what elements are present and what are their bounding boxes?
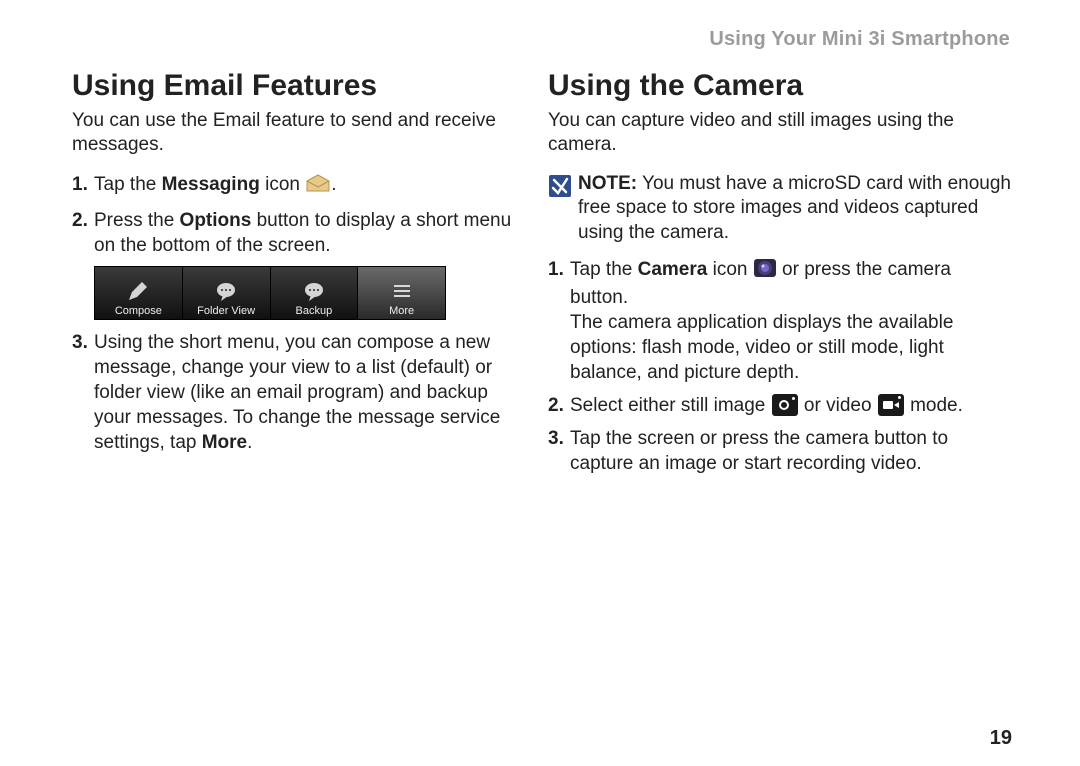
text: Tap the [94,174,162,195]
menu-label: Backup [296,305,333,317]
more-lines-icon [389,280,415,304]
column-camera: Using the Camera You can capture video a… [542,69,1012,746]
step-number: 2. [548,393,570,418]
note-label: NOTE: [578,173,637,194]
text: Tap the [570,259,638,280]
steps-email-cont: 3.Using the short menu, you can compose … [72,330,516,455]
step-3-email: 3.Using the short menu, you can compose … [72,330,516,455]
text: . [331,174,336,195]
text-bold: More [202,432,247,453]
steps-camera: 1.Tap the Camera icon or press the camer… [548,256,1012,477]
menu-label: Compose [115,305,162,317]
intro-email: You can use the Email feature to send an… [72,109,516,158]
step-number: 1. [548,257,570,282]
menu-more: More [358,267,445,319]
camera-app-icon [753,256,777,285]
step-number: 3. [72,330,94,355]
text: icon [260,174,305,195]
text: icon [707,259,752,280]
step-number: 3. [548,426,570,451]
step-number: 2. [72,208,94,233]
running-header: Using Your Mini 3i Smartphone [72,28,1012,51]
note-block: NOTE: You must have a microSD card with … [548,172,1012,246]
step-1-camera: 1.Tap the Camera icon or press the camer… [548,256,1012,385]
text-bold: Messaging [162,174,260,195]
messaging-icon [305,173,331,200]
intro-camera: You can capture video and still images u… [548,109,1012,158]
step-2-camera: 2.Select either still image or video mod… [548,393,1012,418]
step-2-email: 2.Press the Options button to display a … [72,208,516,258]
menu-label: Folder View [197,305,255,317]
menu-backup: Backup [271,267,359,319]
menu-folderview: Folder View [183,267,271,319]
text: Tap the screen or press the camera butto… [570,428,948,474]
text: mode. [905,395,963,416]
text: Using the short menu, you can compose a … [94,332,500,453]
speech-bubble-icon [301,280,327,304]
text-bold: Camera [638,259,708,280]
step-1-email: 1.Tap the Messaging icon . [72,172,516,200]
step-3-camera: 3.Tap the screen or press the camera but… [548,426,1012,476]
note-text: NOTE: You must have a microSD card with … [578,172,1012,246]
manual-page: Using Your Mini 3i Smartphone Using Emai… [0,0,1080,766]
text: You must have a microSD card with enough… [578,173,1011,243]
heading-email: Using Email Features [72,69,516,103]
two-column-layout: Using Email Features You can use the Ema… [72,69,1012,746]
text: or video [799,395,877,416]
text: Press the [94,210,180,231]
column-email: Using Email Features You can use the Ema… [72,69,542,746]
steps-email: 1.Tap the Messaging icon . 2.Press the O… [72,172,516,258]
menu-label: More [389,305,414,317]
text-bold: Options [180,210,252,231]
speech-bubble-icon [213,280,239,304]
page-number: 19 [990,727,1012,750]
video-icon [878,394,904,416]
note-icon [548,174,572,198]
text: . [247,432,252,453]
step-number: 1. [72,172,94,197]
compose-icon [125,280,151,304]
short-menu-screenshot: Compose Folder View Backup More [94,266,446,320]
text: The camera application displays the avai… [570,312,953,383]
text: Select either still image [570,395,771,416]
menu-compose: Compose [95,267,183,319]
heading-camera: Using the Camera [548,69,1012,103]
still-image-icon [772,394,798,416]
